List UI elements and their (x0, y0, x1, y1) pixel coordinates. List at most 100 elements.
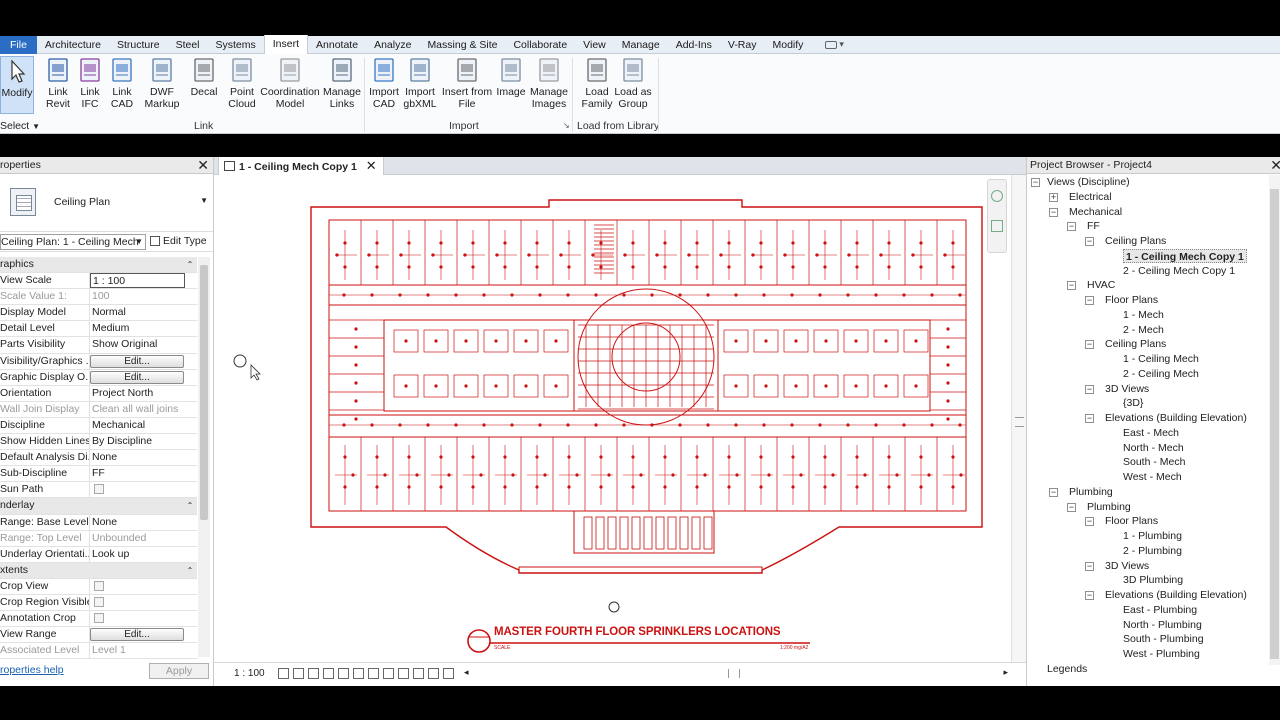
property-value[interactable]: Mechanical (90, 418, 197, 433)
import-gbxml-button[interactable]: Import gbXML (394, 56, 446, 110)
tree-node-ceiling-plans[interactable]: Ceiling Plans (1105, 337, 1166, 351)
property-value[interactable]: FF (90, 466, 197, 481)
tab-structure[interactable]: Structure (109, 36, 168, 54)
tree-node-west-mech[interactable]: West - Mech (1123, 470, 1182, 484)
checkbox[interactable] (94, 596, 104, 607)
tab-insert[interactable]: Insert (263, 35, 309, 54)
tree-node-east-plumbing[interactable]: East - Plumbing (1123, 603, 1197, 617)
tree-node-ceiling-plans[interactable]: Ceiling Plans (1105, 234, 1166, 248)
property-value[interactable]: 1 : 100 (90, 273, 197, 289)
steering-wheel-icon[interactable] (991, 190, 1003, 202)
tab-v-ray[interactable]: V-Ray (720, 36, 765, 54)
tree-node-plumbing[interactable]: Plumbing (1069, 485, 1113, 499)
collapse-icon[interactable]: − (1085, 591, 1094, 600)
scrollbar-thumb[interactable] (1270, 189, 1279, 659)
expand-icon[interactable]: + (1049, 192, 1058, 202)
tree-node-2-ceiling-mech-copy-1[interactable]: 2 - Ceiling Mech Copy 1 (1123, 264, 1235, 278)
navigation-bar[interactable] (987, 179, 1007, 253)
tab-architecture[interactable]: Architecture (37, 36, 109, 54)
tree-node-elevations-building-elevation[interactable]: Elevations (Building Elevation) (1105, 588, 1247, 602)
tree-node-elevations-building-elevation[interactable]: Elevations (Building Elevation) (1105, 411, 1247, 425)
checkbox[interactable] (94, 580, 104, 591)
view-scale[interactable]: 1 : 100 (234, 668, 265, 679)
tab-massing-site[interactable]: Massing & Site (419, 36, 505, 54)
property-value[interactable]: Medium (90, 321, 197, 336)
collapse-icon[interactable]: − (1085, 517, 1094, 527)
tree-node-floor-plans[interactable]: Floor Plans (1105, 293, 1158, 307)
property-value[interactable] (90, 482, 197, 497)
tree-node-2-mech[interactable]: 2 - Mech (1123, 323, 1164, 337)
browser-scrollbar[interactable] (1269, 175, 1280, 665)
tree-node-south-plumbing[interactable]: South - Plumbing (1123, 632, 1204, 646)
collapse-icon[interactable]: − (1085, 340, 1094, 350)
collapse-icon[interactable]: − (1049, 207, 1058, 217)
tab-view[interactable]: View (575, 36, 614, 54)
scrollbar-grip[interactable] (728, 669, 740, 678)
property-value[interactable]: Edit... (90, 627, 197, 642)
tree-node-plumbing[interactable]: Plumbing (1087, 500, 1131, 514)
tree-node-north-plumbing[interactable]: North - Plumbing (1123, 618, 1202, 632)
tree-node-1-plumbing[interactable]: 1 - Plumbing (1123, 529, 1182, 543)
view-control-icon[interactable] (443, 668, 454, 679)
collapse-icon[interactable]: − (1067, 281, 1076, 291)
edit-button[interactable]: Edit... (90, 628, 184, 642)
canvas-horizontal-scrollbar[interactable]: ◂ ▸ (464, 667, 1008, 681)
section-nderlay[interactable]: nderlay ⌃ (0, 498, 197, 515)
load-as-group-button[interactable]: Load as Group (607, 56, 659, 110)
section-raphics[interactable]: raphics ⌃ (0, 257, 197, 274)
instance-selector[interactable]: Ceiling Plan: 1 - Ceiling Mech ▼ (0, 234, 146, 250)
view-control-icon[interactable] (323, 668, 334, 679)
collapse-icon[interactable]: − (1085, 384, 1094, 394)
collapse-icon[interactable]: − (1085, 296, 1094, 305)
tree-node-ff[interactable]: FF (1087, 219, 1100, 233)
coordination-model-button[interactable]: Coordination Model (260, 56, 320, 110)
manage-images-button[interactable]: Manage Images (523, 56, 575, 110)
tree-node-electrical[interactable]: Electrical (1069, 190, 1112, 204)
view-control-icon[interactable] (398, 668, 409, 679)
view-control-icon[interactable] (353, 668, 364, 679)
property-value[interactable]: By Discipline (90, 434, 197, 449)
tree-node-legends[interactable]: Legends (1047, 662, 1087, 676)
tree-node-views-discipline[interactable]: Views (Discipline) (1047, 175, 1130, 189)
tree-node-1-mech[interactable]: 1 - Mech (1123, 308, 1164, 322)
scrollbar-grip[interactable] (1015, 417, 1024, 427)
property-value[interactable]: Project North (90, 386, 197, 401)
view-control-icon[interactable] (428, 668, 439, 679)
tree-node-1-ceiling-mech[interactable]: 1 - Ceiling Mech (1123, 352, 1199, 366)
edit-button[interactable]: Edit... (90, 354, 184, 368)
properties-scrollbar[interactable] (198, 257, 210, 657)
view-control-icon[interactable] (278, 668, 289, 679)
properties-help-link[interactable]: roperties help (0, 664, 64, 676)
collapse-icon[interactable]: − (1067, 502, 1076, 512)
drawing-canvas[interactable]: MASTER FOURTH FLOOR SPRINKLERS LOCATIONS… (214, 175, 1011, 662)
tab-modify[interactable]: Modify (764, 36, 811, 54)
tree-node-3d-plumbing[interactable]: 3D Plumbing (1123, 573, 1183, 587)
section-xtents[interactable]: xtents ⌃ (0, 562, 197, 579)
collapse-icon[interactable]: − (1085, 414, 1094, 423)
close-icon[interactable]: ✕ (1270, 157, 1280, 174)
close-icon[interactable]: ✕ (366, 158, 377, 173)
view-control-icon[interactable] (293, 668, 304, 679)
tree-node-east-mech[interactable]: East - Mech (1123, 426, 1179, 440)
tree-node-3d-views[interactable]: 3D Views (1105, 382, 1149, 396)
tree-node-north-mech[interactable]: North - Mech (1123, 441, 1184, 455)
tab-manage[interactable]: Manage (614, 36, 668, 54)
property-value[interactable]: None (90, 515, 197, 530)
type-selector[interactable]: Ceiling Plan ▼ (0, 174, 213, 232)
property-value[interactable]: Edit... (90, 370, 197, 385)
scroll-right-icon[interactable]: ▸ (1003, 667, 1008, 678)
tree-node-mechanical[interactable]: Mechanical (1069, 205, 1122, 219)
property-value[interactable]: Edit... (90, 354, 197, 369)
view-tab[interactable]: 1 - Ceiling Mech Copy 1 ✕ (218, 157, 384, 175)
collapse-icon[interactable]: − (1031, 178, 1040, 187)
select-dropdown[interactable]: Select ▼ (0, 120, 40, 132)
close-icon[interactable]: ✕ (197, 157, 209, 174)
view-control-icon[interactable] (308, 668, 319, 679)
edit-type-button[interactable]: Edit Type (150, 235, 207, 247)
tree-node-west-plumbing[interactable]: West - Plumbing (1123, 647, 1200, 661)
property-value[interactable] (90, 595, 197, 610)
tab-collaborate[interactable]: Collaborate (505, 36, 575, 54)
scrollbar-thumb[interactable] (200, 265, 208, 520)
tab-add-ins[interactable]: Add-Ins (668, 36, 720, 54)
view-scale-input[interactable]: 1 : 100 (90, 273, 185, 289)
